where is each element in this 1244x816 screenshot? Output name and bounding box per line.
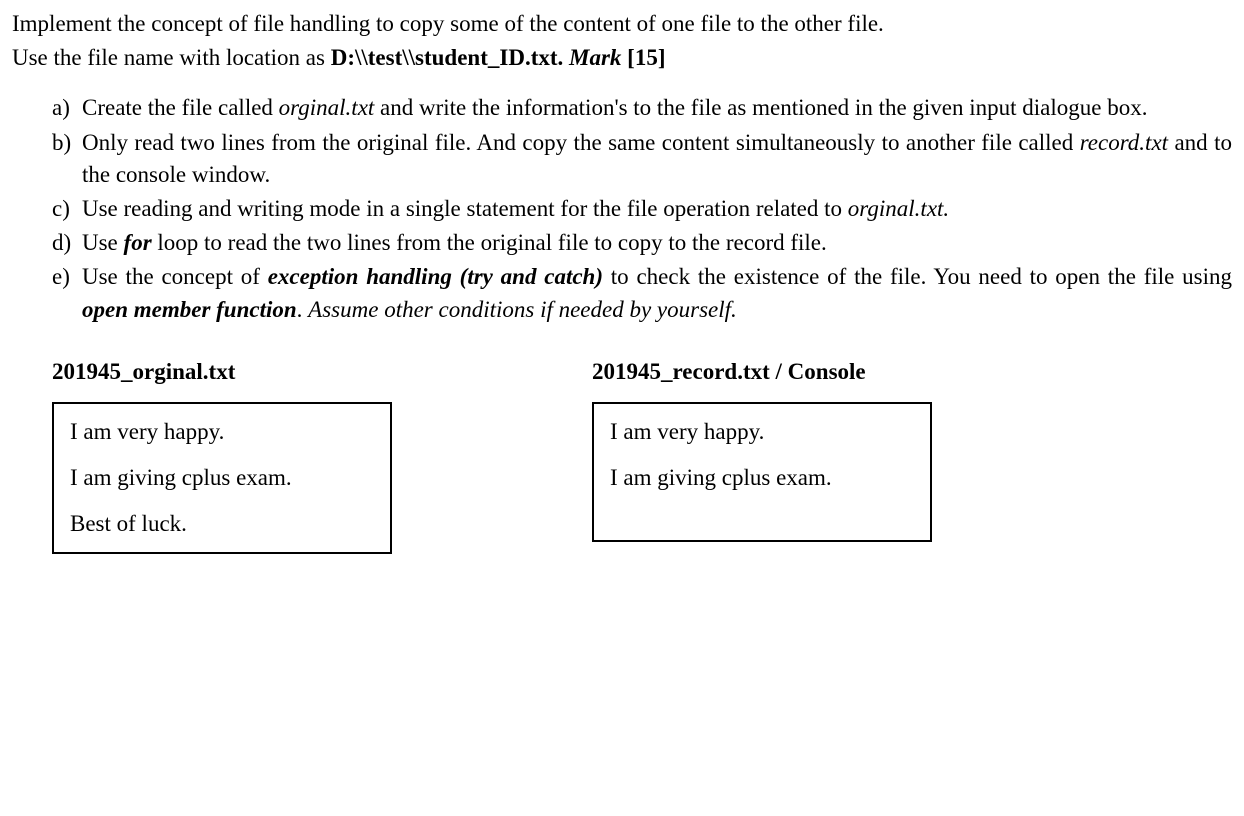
box-line: I am giving cplus exam. <box>70 462 374 494</box>
item-marker: d) <box>52 227 71 259</box>
item-text-part: Create the file called <box>82 95 279 120</box>
list-item: a) Create the file called orginal.txt and… <box>52 92 1232 124</box>
box-line: I am very happy. <box>70 416 374 448</box>
list-item: b) Only read two lines from the original … <box>52 127 1232 191</box>
intro-prefix: Use the file name with location as <box>12 45 331 70</box>
item-text-part: Use <box>82 230 124 255</box>
item-text-part: orginal.txt. <box>848 196 949 221</box>
item-text-part: Assume other conditions if needed by you… <box>308 297 737 322</box>
list-item: e) Use the concept of exception handling … <box>52 261 1232 325</box>
right-box-title: 201945_record.txt / Console <box>592 356 932 388</box>
right-box-column: 201945_record.txt / Console I am very ha… <box>592 356 932 555</box>
intro-mark-value: [15] <box>621 45 665 70</box>
item-text-part: for <box>124 230 152 255</box>
item-text-part: open member function <box>82 297 297 322</box>
intro-filename-bold: D:\\test\\student_ID.txt. <box>331 45 569 70</box>
question-list: a) Create the file called orginal.txt and… <box>12 92 1232 325</box>
item-text-part: and write the information's to the file … <box>374 95 1147 120</box>
item-text-part: Only read two lines from the original fi… <box>82 130 1080 155</box>
item-text-part: Use the concept of <box>82 264 268 289</box>
item-text-part: orginal.txt <box>279 95 375 120</box>
item-text-part: . <box>297 297 309 322</box>
item-marker: b) <box>52 127 71 159</box>
intro-line-2: Use the file name with location as D:\\t… <box>12 42 1232 74</box>
right-text-box: I am very happy. I am giving cplus exam. <box>592 402 932 542</box>
item-text-part: Use reading and writing mode in a single… <box>82 196 848 221</box>
left-text-box: I am very happy. I am giving cplus exam. B… <box>52 402 392 555</box>
item-text-part: to check the existence of the file. You … <box>603 264 1232 289</box>
left-box-column: 201945_orginal.txt I am very happy.I am … <box>52 356 392 555</box>
box-line: I am giving cplus exam. <box>610 462 914 494</box>
item-marker: e) <box>52 261 70 293</box>
left-box-title: 201945_orginal.txt <box>52 356 392 388</box>
item-text-part: record.txt <box>1080 130 1168 155</box>
item-text-part: exception handling (try and catch) <box>268 264 603 289</box>
item-marker: c) <box>52 193 70 225</box>
box-line: Best of luck. <box>70 508 374 540</box>
box-line: I am very happy. <box>610 416 914 448</box>
list-item: c) Use reading and writing mode in a sing… <box>52 193 1232 225</box>
item-marker: a) <box>52 92 70 124</box>
output-boxes: 201945_orginal.txt I am very happy.I am … <box>12 356 1232 555</box>
item-text-part: loop to read the two lines from the orig… <box>152 230 827 255</box>
intro-mark-label: Mark <box>569 45 621 70</box>
intro-line-1: Implement the concept of file handling t… <box>12 8 1232 40</box>
list-item: d) Use for loop to read the two lines fro… <box>52 227 1232 259</box>
